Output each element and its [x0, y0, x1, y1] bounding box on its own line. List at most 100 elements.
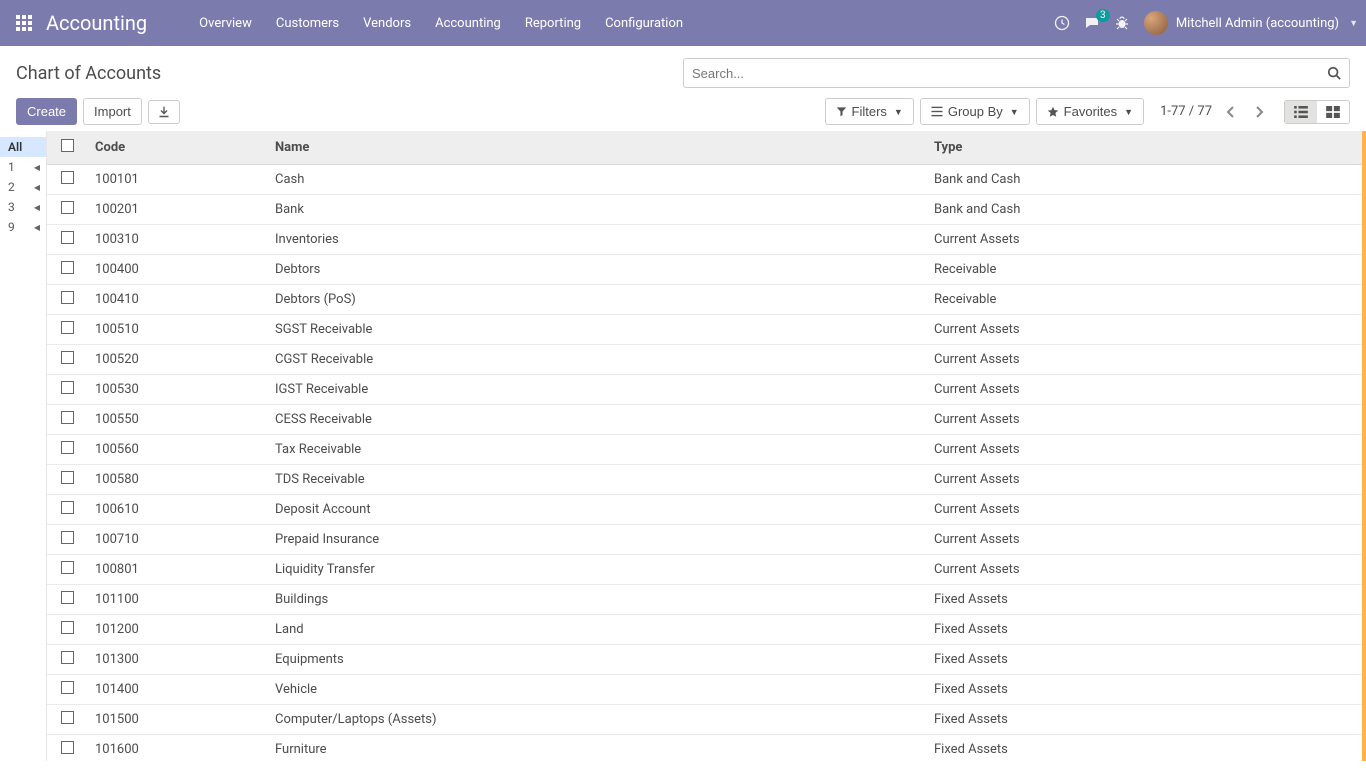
chat-icon[interactable]: 3: [1084, 15, 1100, 31]
table-row[interactable]: 100400DebtorsReceivable: [47, 255, 1366, 285]
main-menu: Overview Customers Vendors Accounting Re…: [187, 2, 695, 45]
cell-type: Fixed Assets: [926, 675, 1366, 705]
table-row[interactable]: 100550CESS ReceivableCurrent Assets: [47, 405, 1366, 435]
search-box[interactable]: [683, 58, 1350, 88]
header-code[interactable]: Code: [87, 131, 267, 165]
download-button[interactable]: [148, 100, 180, 124]
table-row[interactable]: 101500Computer/Laptops (Assets)Fixed Ass…: [47, 705, 1366, 735]
clock-icon[interactable]: [1054, 15, 1070, 31]
header-name[interactable]: Name: [267, 131, 926, 165]
table-row[interactable]: 100710Prepaid InsuranceCurrent Assets: [47, 525, 1366, 555]
table-row[interactable]: 100310InventoriesCurrent Assets: [47, 225, 1366, 255]
cell-code: 100530: [87, 375, 267, 405]
favorites-button[interactable]: Favorites ▼: [1036, 98, 1144, 125]
row-checkbox[interactable]: [61, 651, 74, 664]
menu-configuration[interactable]: Configuration: [593, 2, 695, 45]
row-check-cell: [47, 255, 87, 285]
cell-name: Furniture: [267, 735, 926, 762]
header-type[interactable]: Type: [926, 131, 1366, 165]
row-checkbox[interactable]: [61, 741, 74, 754]
pager-next[interactable]: [1250, 101, 1268, 123]
menu-reporting[interactable]: Reporting: [513, 2, 593, 45]
menu-overview[interactable]: Overview: [187, 2, 264, 45]
main: All 1◀ 2◀ 3◀ 9◀ Code Name Type 100101Cas…: [0, 131, 1366, 761]
row-checkbox[interactable]: [61, 261, 74, 274]
row-check-cell: [47, 375, 87, 405]
side-nav-9[interactable]: 9◀: [0, 217, 46, 237]
row-checkbox[interactable]: [61, 501, 74, 514]
create-button[interactable]: Create: [16, 98, 77, 125]
cell-name: Equipments: [267, 645, 926, 675]
cell-type: Fixed Assets: [926, 735, 1366, 762]
table-row[interactable]: 100801Liquidity TransferCurrent Assets: [47, 555, 1366, 585]
table-row[interactable]: 100530IGST ReceivableCurrent Assets: [47, 375, 1366, 405]
table-row[interactable]: 101300EquipmentsFixed Assets: [47, 645, 1366, 675]
cell-type: Current Assets: [926, 225, 1366, 255]
row-checkbox[interactable]: [61, 411, 74, 424]
table-row[interactable]: 100580TDS ReceivableCurrent Assets: [47, 465, 1366, 495]
download-icon: [158, 106, 170, 118]
brand-title[interactable]: Accounting: [46, 11, 147, 35]
cell-code: 100201: [87, 195, 267, 225]
row-check-cell: [47, 195, 87, 225]
row-check-cell: [47, 165, 87, 195]
cell-type: Current Assets: [926, 315, 1366, 345]
import-button[interactable]: Import: [83, 98, 142, 125]
row-checkbox[interactable]: [61, 711, 74, 724]
select-all-checkbox[interactable]: [61, 139, 74, 152]
table-row[interactable]: 100101CashBank and Cash: [47, 165, 1366, 195]
row-checkbox[interactable]: [61, 351, 74, 364]
table-row[interactable]: 101400VehicleFixed Assets: [47, 675, 1366, 705]
row-checkbox[interactable]: [61, 471, 74, 484]
menu-customers[interactable]: Customers: [264, 2, 351, 45]
view-kanban-button[interactable]: [1317, 101, 1349, 123]
table-row[interactable]: 100610Deposit AccountCurrent Assets: [47, 495, 1366, 525]
user-menu[interactable]: Mitchell Admin (accounting) ▼: [1144, 11, 1358, 35]
side-nav-1[interactable]: 1◀: [0, 157, 46, 177]
row-checkbox[interactable]: [61, 531, 74, 544]
row-check-cell: [47, 435, 87, 465]
pager-prev[interactable]: [1222, 101, 1240, 123]
row-checkbox[interactable]: [61, 171, 74, 184]
side-nav-2[interactable]: 2◀: [0, 177, 46, 197]
table-row[interactable]: 101100BuildingsFixed Assets: [47, 585, 1366, 615]
menu-accounting[interactable]: Accounting: [423, 2, 513, 45]
cell-code: 100710: [87, 525, 267, 555]
row-checkbox[interactable]: [61, 591, 74, 604]
cp-right: Filters ▼ Group By ▼ Favorites ▼ 1-77 / …: [683, 98, 1350, 125]
funnel-icon: [836, 106, 847, 117]
bug-icon[interactable]: [1114, 15, 1130, 31]
table-row[interactable]: 101200LandFixed Assets: [47, 615, 1366, 645]
menu-vendors[interactable]: Vendors: [351, 2, 423, 45]
row-checkbox[interactable]: [61, 441, 74, 454]
table-row[interactable]: 101600FurnitureFixed Assets: [47, 735, 1366, 762]
cell-name: Bank: [267, 195, 926, 225]
caret-down-icon: ▼: [1349, 18, 1358, 29]
table-row[interactable]: 100510SGST ReceivableCurrent Assets: [47, 315, 1366, 345]
group-by-button[interactable]: Group By ▼: [920, 98, 1030, 125]
row-checkbox[interactable]: [61, 291, 74, 304]
row-check-cell: [47, 555, 87, 585]
row-checkbox[interactable]: [61, 381, 74, 394]
row-checkbox[interactable]: [61, 621, 74, 634]
row-checkbox[interactable]: [61, 321, 74, 334]
filters-button[interactable]: Filters ▼: [825, 98, 914, 125]
table-row[interactable]: 100520CGST ReceivableCurrent Assets: [47, 345, 1366, 375]
table-container[interactable]: Code Name Type 100101CashBank and Cash10…: [46, 131, 1366, 761]
table-row[interactable]: 100201BankBank and Cash: [47, 195, 1366, 225]
caret-down-icon: ▼: [1124, 107, 1133, 117]
row-check-cell: [47, 735, 87, 762]
apps-icon[interactable]: [12, 11, 36, 35]
table-row[interactable]: 100560Tax ReceivableCurrent Assets: [47, 435, 1366, 465]
row-check-cell: [47, 285, 87, 315]
table-row[interactable]: 100410Debtors (PoS)Receivable: [47, 285, 1366, 315]
side-nav-all[interactable]: All: [0, 137, 46, 157]
view-list-button[interactable]: [1285, 101, 1317, 123]
side-nav-3[interactable]: 3◀: [0, 197, 46, 217]
search-input[interactable]: [692, 66, 1327, 81]
row-checkbox[interactable]: [61, 681, 74, 694]
row-checkbox[interactable]: [61, 231, 74, 244]
row-checkbox[interactable]: [61, 561, 74, 574]
row-checkbox[interactable]: [61, 201, 74, 214]
search-icon[interactable]: [1327, 66, 1341, 80]
